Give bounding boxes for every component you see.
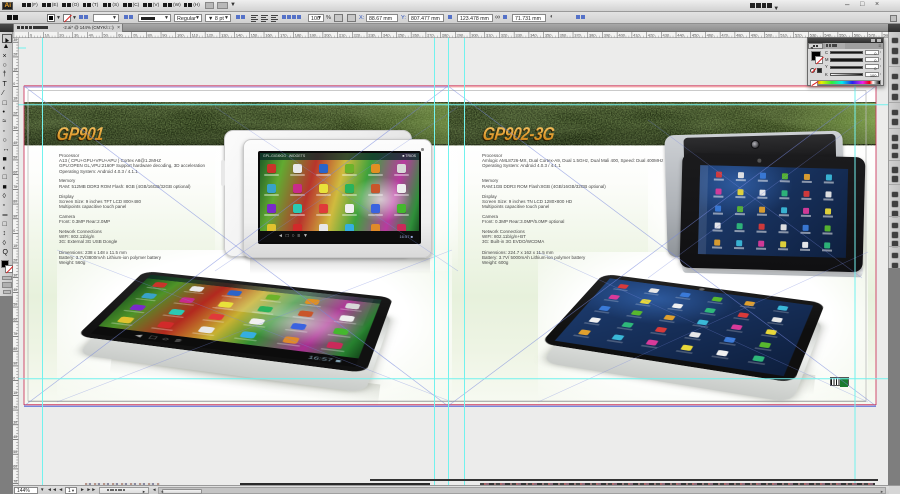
svg-text:10: 10 [13, 244, 17, 248]
svg-text:80: 80 [13, 347, 17, 351]
svg-text:160: 160 [265, 32, 272, 37]
svg-text:350: 350 [545, 32, 552, 37]
svg-text:80: 80 [13, 200, 17, 204]
svg-text:200: 200 [324, 32, 331, 37]
svg-text:130: 130 [221, 32, 228, 37]
svg-text:410: 410 [633, 32, 640, 37]
svg-text:490: 490 [751, 32, 758, 37]
svg-text:480: 480 [736, 32, 743, 37]
svg-text:430: 430 [663, 32, 670, 37]
svg-text:20: 20 [13, 111, 17, 115]
svg-text:230: 230 [368, 32, 375, 37]
svg-text:50: 50 [13, 156, 17, 160]
svg-text:60: 60 [13, 317, 17, 321]
svg-text:460: 460 [707, 32, 714, 37]
svg-text:100: 100 [177, 32, 184, 37]
svg-text:250: 250 [398, 32, 405, 37]
svg-text:50: 50 [13, 303, 17, 307]
svg-text:30: 30 [13, 420, 17, 424]
svg-text:170: 170 [280, 32, 287, 37]
svg-text:190: 190 [309, 32, 316, 37]
svg-text:50: 50 [13, 450, 17, 454]
svg-text:30: 30 [13, 273, 17, 277]
svg-text:10: 10 [13, 97, 17, 101]
svg-text:280: 280 [442, 32, 449, 37]
svg-text:40: 40 [13, 141, 17, 145]
svg-text:360: 360 [560, 32, 567, 37]
svg-text:390: 390 [604, 32, 611, 37]
svg-text:180: 180 [295, 32, 302, 37]
svg-text:30: 30 [13, 38, 17, 42]
svg-text:20: 20 [13, 406, 17, 410]
svg-text:10: 10 [13, 67, 17, 71]
svg-text:70: 70 [13, 479, 17, 483]
svg-text:140: 140 [236, 32, 243, 37]
svg-text:400: 400 [618, 32, 625, 37]
svg-text:120: 120 [206, 32, 213, 37]
svg-text:90: 90 [13, 214, 17, 218]
svg-text:0: 0 [13, 229, 15, 233]
svg-text:320: 320 [501, 32, 508, 37]
svg-text:520: 520 [795, 32, 802, 37]
svg-text:40: 40 [13, 435, 17, 439]
svg-text:10: 10 [13, 391, 17, 395]
svg-text:270: 270 [427, 32, 434, 37]
svg-text:310: 310 [486, 32, 493, 37]
svg-text:0: 0 [13, 82, 15, 86]
svg-text:290: 290 [457, 32, 464, 37]
svg-text:440: 440 [677, 32, 684, 37]
svg-text:240: 240 [383, 32, 390, 37]
svg-text:20: 20 [13, 53, 17, 57]
svg-text:470: 470 [721, 32, 728, 37]
svg-text:370: 370 [574, 32, 581, 37]
svg-text:70: 70 [13, 185, 17, 189]
svg-text:110: 110 [192, 32, 199, 37]
svg-text:60: 60 [13, 170, 17, 174]
svg-text:260: 260 [412, 32, 419, 37]
svg-text:60: 60 [13, 465, 17, 469]
svg-text:450: 450 [692, 32, 699, 37]
svg-text:330: 330 [515, 32, 522, 37]
svg-text:300: 300 [471, 32, 478, 37]
svg-text:500: 500 [766, 32, 773, 37]
svg-text:30: 30 [13, 126, 17, 130]
svg-text:90: 90 [13, 362, 17, 366]
svg-text:380: 380 [589, 32, 596, 37]
svg-text:210: 210 [339, 32, 346, 37]
svg-text:40: 40 [13, 288, 17, 292]
svg-text:340: 340 [530, 32, 537, 37]
svg-text:70: 70 [13, 332, 17, 336]
svg-text:420: 420 [648, 32, 655, 37]
svg-text:20: 20 [13, 259, 17, 263]
svg-text:150: 150 [251, 32, 258, 37]
svg-text:220: 220 [354, 32, 361, 37]
svg-text:0: 0 [13, 376, 15, 380]
svg-text:510: 510 [780, 32, 787, 37]
